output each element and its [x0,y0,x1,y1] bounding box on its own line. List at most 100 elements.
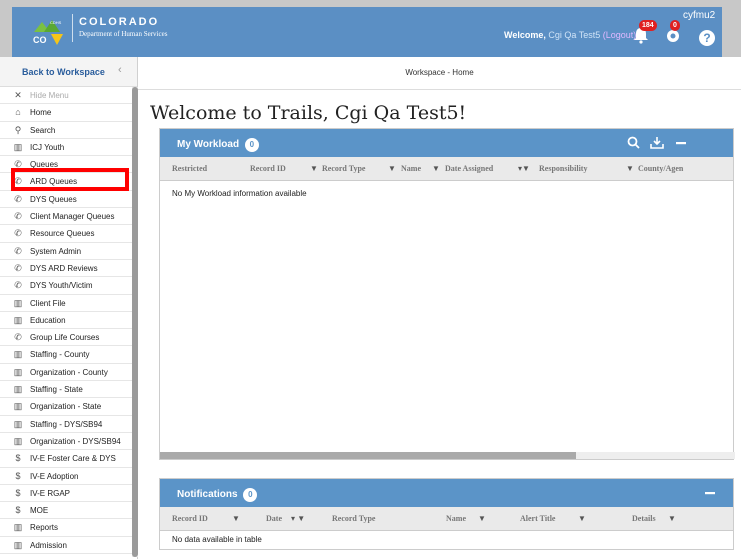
sidebar-item-label: Staffing - State [30,385,83,395]
sidebar-item-hide-menu[interactable]: ✕ Hide Menu [0,87,137,105]
help-icon[interactable]: ? [699,30,715,46]
phone-icon: ✆ [14,211,22,222]
sidebar-item-dys-ard-reviews[interactable]: ✆ DYS ARD Reviews [0,260,137,278]
top-header: CDHS CO COLORADO Department of Human Ser… [0,0,741,57]
my-workload-hscroll-track[interactable] [160,452,735,459]
sidebar-item-label: DYS ARD Reviews [30,263,98,273]
logo-subtitle: Department of Human Services [79,30,168,38]
column-header-responsibility[interactable]: Responsibility [539,164,587,173]
sidebar-item-label: DYS Youth/Victim [30,281,93,291]
home-icon: ⌂ [15,107,21,118]
collapse-chevron-icon[interactable]: ‹ [118,64,122,76]
sidebar-item-moe[interactable]: $ MOE [0,502,137,520]
sidebar-item-client-manager-queues[interactable]: ✆ Client Manager Queues [0,208,137,226]
column-header-county-agency[interactable]: County/Agen [638,164,683,173]
sidebar-item-organization-dys-sb94[interactable]: ▥ Organization - DYS/SB94 [0,433,137,451]
sidebar-item-label: DYS Queues [30,194,77,204]
notifications-panel: Notifications 0 Record ID ▼ Date ▾ ▼ Rec… [159,478,734,550]
column-header-details[interactable]: Details [632,514,656,523]
column-header-record-id[interactable]: Record ID [172,514,208,523]
search-icon[interactable] [627,136,640,149]
minimize-icon[interactable] [676,142,686,145]
sidebar-item-search[interactable]: ⚲ Search [0,122,137,139]
welcome-message: Welcome, Cgi Qa Test5 (Logout) [504,30,636,40]
dollar-icon: $ [15,505,21,516]
my-workload-empty-message: No My Workload information available [172,189,307,198]
sidebar-item-iv-e-adoption[interactable]: $ IV-E Adoption [0,468,137,485]
sidebar-item-resource-queues[interactable]: ✆ Resource Queues [0,225,137,243]
notifications-empty-message: No data available in table [172,535,262,544]
sidebar-item-admission[interactable]: ▥ Admission [0,537,137,555]
sort-filter-icon[interactable]: ▾ ▼ [291,514,305,523]
sidebar-item-home[interactable]: ⌂ Home [0,104,137,122]
filter-icon[interactable]: ▼ [232,514,240,523]
back-to-workspace-button[interactable]: Back to Workspace ‹ [0,57,137,87]
sidebar-item-education[interactable]: ▥ Education [0,312,137,330]
filter-icon[interactable]: ▼ [310,164,318,173]
filter-icon[interactable]: ▼ [432,164,440,173]
sidebar-item-organization-state[interactable]: ▥ Organization - State [0,398,137,416]
my-workload-header: My Workload 0 [160,129,733,157]
filter-icon[interactable]: ▼ [388,164,396,173]
logo-cdhs-text: CDHS [50,20,62,25]
sidebar-item-client-file[interactable]: ▥ Client File [0,295,137,312]
building-icon: ▥ [13,141,23,152]
building-icon: ▥ [13,314,23,325]
sidebar-item-label: Client Manager Queues [30,212,115,222]
sidebar-item-iv-e-foster-care-dys[interactable]: $ IV-E Foster Care & DYS [0,450,137,468]
sidebar-scrollbar-thumb[interactable] [132,87,138,557]
phone-icon: ✆ [14,245,22,256]
building-icon: ▥ [13,297,23,308]
user-display-name[interactable]: Cgi Qa Test5 [548,30,600,40]
minimize-icon[interactable] [705,492,715,495]
column-header-name[interactable]: Name [446,514,466,523]
column-header-record-id[interactable]: Record ID [250,164,286,173]
sidebar-item-label: Search [30,125,56,135]
phone-icon: ✆ [14,332,22,343]
sidebar-item-dys-youth-victim[interactable]: ✆ DYS Youth/Victim [0,277,137,295]
phone-icon: ✆ [14,193,22,204]
logo-divider [72,14,73,42]
column-header-date[interactable]: Date [266,514,282,523]
sidebar-item-group-life-courses[interactable]: ✆ Group Life Courses [0,329,137,347]
column-header-date-assigned[interactable]: Date Assigned [445,164,493,173]
sidebar-item-label: Admission [30,540,67,550]
filter-icon[interactable]: ▼ [478,514,486,523]
sidebar-item-icj-youth[interactable]: ▥ ICJ Youth [0,139,137,157]
logo-title: COLORADO [79,16,160,28]
colorado-logo-icon: CDHS CO [33,20,63,45]
sidebar-item-system-admin[interactable]: ✆ System Admin [0,243,137,260]
back-to-workspace-label: Back to Workspace [22,67,105,77]
sidebar-item-dys-queues[interactable]: ✆ DYS Queues [0,191,137,209]
my-workload-hscroll-thumb[interactable] [160,452,576,459]
sort-filter-icon[interactable]: ▾▼ [518,164,530,173]
sidebar-item-reports[interactable]: ▥ Reports [0,519,137,537]
column-header-record-type[interactable]: Record Type [322,164,365,173]
column-header-restricted[interactable]: Restricted [172,164,207,173]
filter-icon[interactable]: ▼ [578,514,586,523]
sidebar-item-label: Reports [30,523,59,533]
ard-queues-highlight-box [11,168,129,191]
phone-icon: ✆ [14,280,22,291]
sidebar-item-label: Client File [30,298,66,308]
sidebar-item-iv-e-rgap[interactable]: $ IV-E RGAP [0,485,137,503]
column-header-alert-title[interactable]: Alert Title [520,514,555,523]
sidebar-item-staffing-state[interactable]: ▥ Staffing - State [0,381,137,399]
filter-icon[interactable]: ▼ [626,164,634,173]
sidebar-item-staffing-county[interactable]: ▥ Staffing - County [0,346,137,364]
filter-icon[interactable]: ▼ [668,514,676,523]
column-header-name[interactable]: Name [401,164,421,173]
notifications-title: Notifications [177,489,238,500]
logo-co-text: CO [33,35,47,45]
sidebar-item-label: Organization - State [30,402,102,412]
column-header-record-type[interactable]: Record Type [332,514,375,523]
dollar-icon: $ [15,470,21,481]
sidebar-item-organization-county[interactable]: ▥ Organization - County [0,364,137,382]
sidebar-item-staffing-dys-sb94[interactable]: ▥ Staffing - DYS/SB94 [0,416,137,433]
notifications-title-wrap: Notifications 0 [177,488,258,502]
sidebar-item-label: Education [30,315,66,325]
search-icon: ⚲ [14,124,22,135]
sidebar-item-label: Home [30,108,52,118]
sidebar-item-label: Organization - DYS/SB94 [30,436,121,446]
download-icon[interactable] [650,136,664,149]
